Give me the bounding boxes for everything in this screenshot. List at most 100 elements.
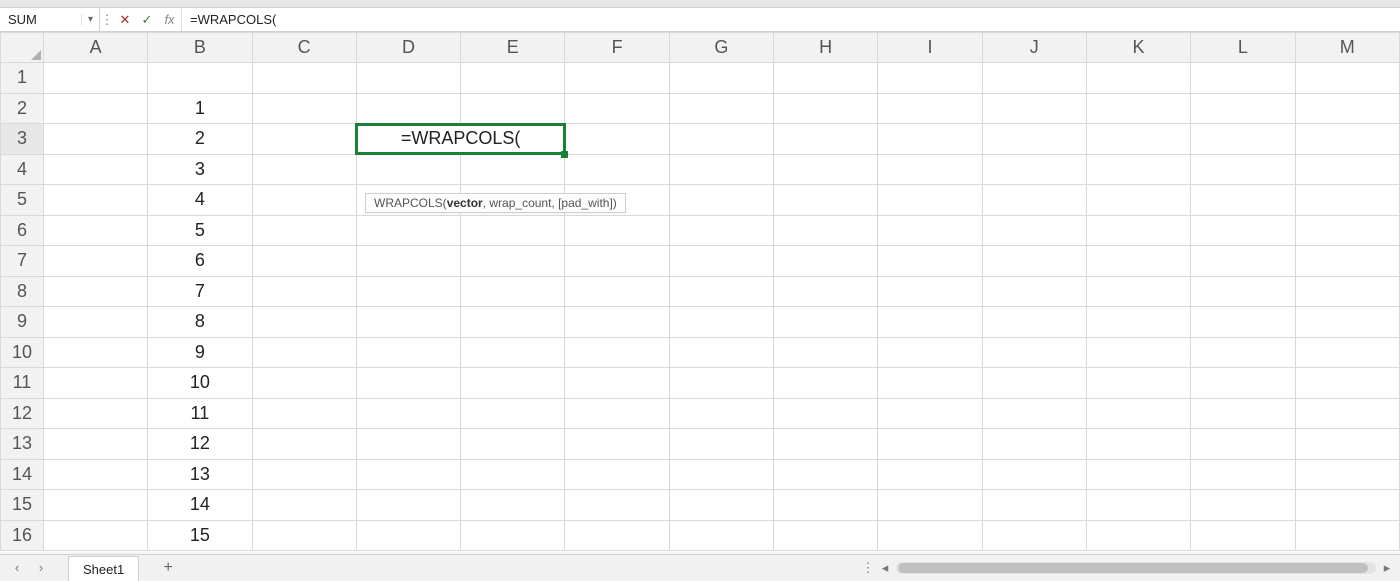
cell-A2[interactable]: [43, 93, 147, 124]
fx-icon[interactable]: fx: [158, 8, 182, 31]
cell-H5[interactable]: [774, 185, 878, 216]
cell-J6[interactable]: [982, 215, 1086, 246]
cell-B10[interactable]: 9: [148, 337, 252, 368]
hscroll-left-icon[interactable]: ◂: [878, 560, 892, 576]
cell-K8[interactable]: [1086, 276, 1190, 307]
row-header-12[interactable]: 12: [1, 398, 44, 429]
add-sheet-button[interactable]: +: [153, 555, 183, 580]
cell-G5[interactable]: [669, 185, 773, 216]
scroll-options-icon[interactable]: ⋮: [858, 555, 878, 580]
cell-G14[interactable]: [669, 459, 773, 490]
cell-E14[interactable]: [461, 459, 565, 490]
cell-J3[interactable]: [982, 124, 1086, 155]
hscroll-thumb[interactable]: [898, 563, 1368, 573]
cell-F12[interactable]: [565, 398, 669, 429]
cell-G6[interactable]: [669, 215, 773, 246]
col-header-L[interactable]: L: [1191, 33, 1295, 63]
cell-A11[interactable]: [43, 368, 147, 399]
cell-K4[interactable]: [1086, 154, 1190, 185]
cell-K5[interactable]: [1086, 185, 1190, 216]
cell-H10[interactable]: [774, 337, 878, 368]
cell-M11[interactable]: [1295, 368, 1400, 399]
cell-E11[interactable]: [461, 368, 565, 399]
cell-I15[interactable]: [878, 490, 982, 521]
cell-G16[interactable]: [669, 520, 773, 551]
col-header-B[interactable]: B: [148, 33, 252, 63]
cell-D11[interactable]: [356, 368, 460, 399]
cell-A10[interactable]: [43, 337, 147, 368]
cell-A16[interactable]: [43, 520, 147, 551]
row-header-13[interactable]: 13: [1, 429, 44, 460]
cell-A8[interactable]: [43, 276, 147, 307]
cell-H11[interactable]: [774, 368, 878, 399]
cell-E12[interactable]: [461, 398, 565, 429]
cell-I5[interactable]: [878, 185, 982, 216]
cell-C14[interactable]: [252, 459, 356, 490]
cell-M10[interactable]: [1295, 337, 1400, 368]
cell-F9[interactable]: [565, 307, 669, 338]
cell-A3[interactable]: [43, 124, 147, 155]
cell-K13[interactable]: [1086, 429, 1190, 460]
row-header-5[interactable]: 5: [1, 185, 44, 216]
cell-M3[interactable]: [1295, 124, 1400, 155]
row-header-16[interactable]: 16: [1, 520, 44, 551]
cell-E15[interactable]: [461, 490, 565, 521]
cell-D2[interactable]: [356, 93, 460, 124]
cell-D14[interactable]: [356, 459, 460, 490]
cell-E16[interactable]: [461, 520, 565, 551]
cell-F8[interactable]: [565, 276, 669, 307]
cell-F14[interactable]: [565, 459, 669, 490]
cell-C8[interactable]: [252, 276, 356, 307]
cell-E2[interactable]: [461, 93, 565, 124]
col-header-F[interactable]: F: [565, 33, 669, 63]
cell-K6[interactable]: [1086, 215, 1190, 246]
cell-H3[interactable]: [774, 124, 878, 155]
row-header-4[interactable]: 4: [1, 154, 44, 185]
cell-K10[interactable]: [1086, 337, 1190, 368]
cell-C10[interactable]: [252, 337, 356, 368]
cell-G2[interactable]: [669, 93, 773, 124]
cell-I9[interactable]: [878, 307, 982, 338]
row-header-3[interactable]: 3: [1, 124, 44, 155]
cell-J13[interactable]: [982, 429, 1086, 460]
cell-L13[interactable]: [1191, 429, 1295, 460]
cell-G7[interactable]: [669, 246, 773, 277]
cell-C6[interactable]: [252, 215, 356, 246]
cell-B13[interactable]: 12: [148, 429, 252, 460]
cell-M6[interactable]: [1295, 215, 1400, 246]
cell-I3[interactable]: [878, 124, 982, 155]
row-header-2[interactable]: 2: [1, 93, 44, 124]
cell-M12[interactable]: [1295, 398, 1400, 429]
cell-F11[interactable]: [565, 368, 669, 399]
enter-button[interactable]: ✓: [136, 8, 158, 31]
name-box-dropdown-icon[interactable]: ▾: [81, 14, 99, 25]
cell-F16[interactable]: [565, 520, 669, 551]
cell-B5[interactable]: 4: [148, 185, 252, 216]
cell-B6[interactable]: 5: [148, 215, 252, 246]
cell-A9[interactable]: [43, 307, 147, 338]
cell-C16[interactable]: [252, 520, 356, 551]
cell-L4[interactable]: [1191, 154, 1295, 185]
cell-C15[interactable]: [252, 490, 356, 521]
cell-I10[interactable]: [878, 337, 982, 368]
cell-K11[interactable]: [1086, 368, 1190, 399]
col-header-G[interactable]: G: [669, 33, 773, 63]
row-header-14[interactable]: 14: [1, 459, 44, 490]
cell-B14[interactable]: 13: [148, 459, 252, 490]
cell-G13[interactable]: [669, 429, 773, 460]
cell-J16[interactable]: [982, 520, 1086, 551]
cell-A13[interactable]: [43, 429, 147, 460]
cell-F13[interactable]: [565, 429, 669, 460]
row-header-8[interactable]: 8: [1, 276, 44, 307]
cell-I4[interactable]: [878, 154, 982, 185]
select-all-corner[interactable]: [1, 33, 44, 63]
cell-C9[interactable]: [252, 307, 356, 338]
cell-D12[interactable]: [356, 398, 460, 429]
cell-J5[interactable]: [982, 185, 1086, 216]
cell-H16[interactable]: [774, 520, 878, 551]
col-header-E[interactable]: E: [461, 33, 565, 63]
cell-L10[interactable]: [1191, 337, 1295, 368]
cell-D9[interactable]: [356, 307, 460, 338]
row-header-15[interactable]: 15: [1, 490, 44, 521]
cell-E7[interactable]: [461, 246, 565, 277]
